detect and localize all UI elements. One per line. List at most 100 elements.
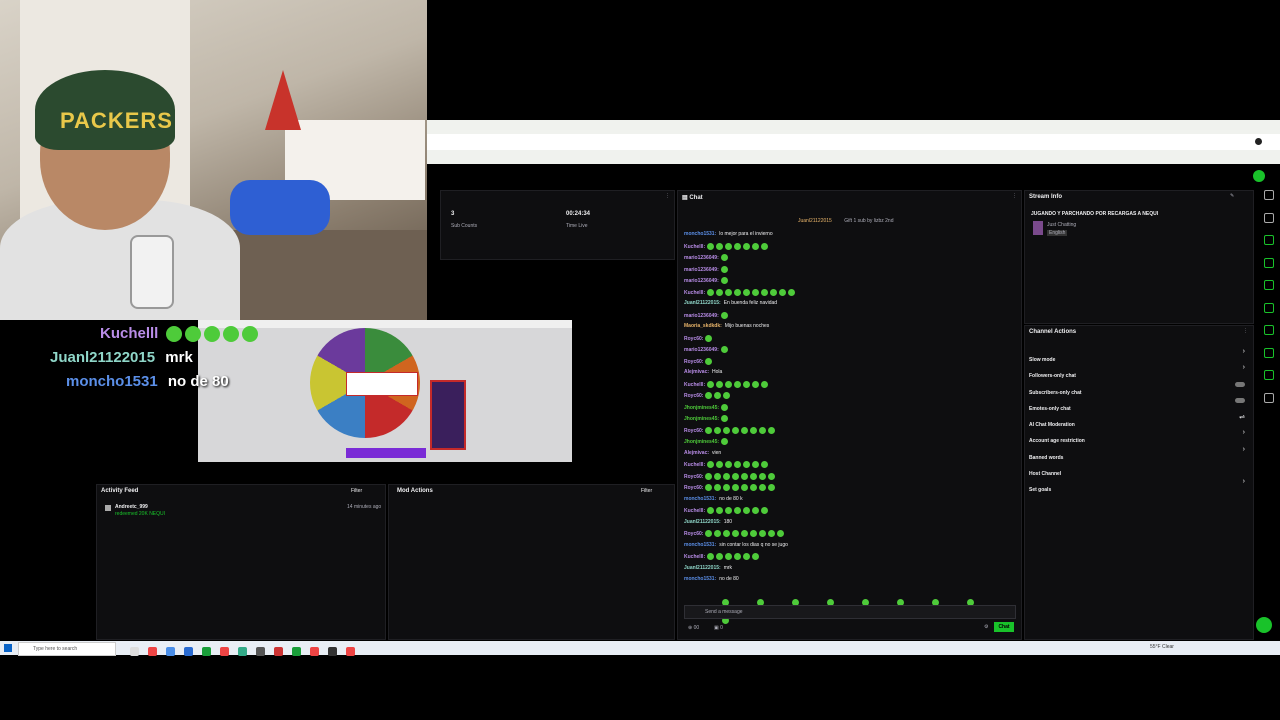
mod-filter-button[interactable]: Filter xyxy=(641,488,652,494)
sidebar-tool-icon[interactable] xyxy=(1264,347,1274,358)
channel-action-item[interactable]: AI Chat Moderation ⇌ xyxy=(1029,413,1249,429)
sidebar-tool-icon[interactable] xyxy=(1264,190,1274,200)
activity-entry-user[interactable]: Andreetc_999 xyxy=(115,504,148,510)
chat-username[interactable]: Juanl21122015: xyxy=(684,565,721,571)
chat-username[interactable]: moncho1531: xyxy=(684,231,716,237)
cap-logo: PACKERS xyxy=(60,108,173,133)
taskbar-app-icon[interactable] xyxy=(292,647,301,656)
settings-icon[interactable]: ⇌ xyxy=(1239,413,1245,421)
chat-username[interactable]: Royc60: xyxy=(684,393,703,399)
user-avatar-icon[interactable] xyxy=(1253,170,1265,182)
chat-username[interactable]: Royc60: xyxy=(684,531,703,537)
chat-username[interactable]: Kuchelll: xyxy=(684,381,705,387)
chat-username[interactable]: Alejmivac: xyxy=(684,450,709,456)
emote-icon xyxy=(788,288,796,296)
channel-action-item[interactable]: Banned words › xyxy=(1029,446,1249,462)
chevron-right-icon[interactable]: › xyxy=(1243,348,1245,355)
chat-username[interactable]: Maoria_skdkdk: xyxy=(684,323,722,329)
sidebar-tool-icon[interactable] xyxy=(1264,280,1274,290)
chat-username[interactable]: Juanl21122015: xyxy=(684,519,721,525)
toggle-switch[interactable] xyxy=(1235,381,1245,387)
chat-username[interactable]: mario1236049: xyxy=(684,347,719,353)
channel-action-item[interactable]: Slow mode › xyxy=(1029,348,1249,364)
taskbar-app-icon[interactable] xyxy=(184,647,193,656)
taskbar-app-icon[interactable] xyxy=(130,647,139,656)
chat-username[interactable]: Juanl21122015: xyxy=(684,300,721,306)
activity-filter-button[interactable]: Filter xyxy=(351,488,362,494)
chat-username[interactable]: mario1236049: xyxy=(684,312,719,318)
chevron-right-icon[interactable]: › xyxy=(1243,446,1245,453)
chevron-right-icon[interactable]: › xyxy=(1243,429,1245,436)
chat-username[interactable]: Kuchelll: xyxy=(684,508,705,514)
settings-icon[interactable]: ⚙ xyxy=(984,624,988,630)
chat-text: no de 80 k xyxy=(719,495,743,502)
chat-input[interactable]: Send a message xyxy=(684,605,1016,619)
chat-username[interactable]: Jhonjmines45: xyxy=(684,404,719,410)
chat-username[interactable]: Jhonjmines45: xyxy=(684,439,719,445)
channel-action-item[interactable]: Followers-only chat › xyxy=(1029,364,1249,380)
windows-start-icon[interactable] xyxy=(4,644,12,652)
chevron-right-icon[interactable]: › xyxy=(1243,478,1245,485)
chat-username[interactable]: mario1236049: xyxy=(684,266,719,272)
chevron-right-icon[interactable]: › xyxy=(1243,364,1245,371)
chat-username[interactable]: Royc60: xyxy=(684,358,703,364)
chat-username[interactable]: Alejmivac: xyxy=(684,369,709,375)
taskbar-app-icon[interactable] xyxy=(148,647,157,656)
sidebar-tool-icon[interactable] xyxy=(1264,302,1274,313)
chat-username[interactable]: Kuchelll: xyxy=(684,243,705,249)
channel-action-item[interactable]: Emotes-only chat xyxy=(1029,397,1249,413)
overlay-message: mrk xyxy=(165,349,193,366)
points-counter[interactable]: ⊕ 00 xyxy=(688,625,699,631)
chat-username[interactable]: Kuchelll: xyxy=(684,289,705,295)
taskbar-app-icon[interactable] xyxy=(166,647,175,656)
taskbar-app-icon[interactable] xyxy=(328,647,337,656)
channel-action-item[interactable]: Set goals › xyxy=(1029,478,1249,494)
profile-icon[interactable] xyxy=(1255,138,1262,145)
chat-send-button[interactable]: Chat xyxy=(994,622,1014,632)
taskbar-app-icon[interactable] xyxy=(202,647,211,656)
chat-username[interactable]: mario1236049: xyxy=(684,255,719,261)
chat-title: ▤ Chat xyxy=(682,195,703,201)
weather-widget[interactable]: 55°F Clear xyxy=(1150,644,1174,650)
chat-message: mario1236049: xyxy=(684,265,1014,278)
taskbar-app-icon[interactable] xyxy=(274,647,283,656)
taskbar-app-icon[interactable] xyxy=(346,647,355,656)
channel-actions-menu-icon[interactable]: ⋮ xyxy=(1243,328,1248,334)
chat-username[interactable]: moncho1531: xyxy=(684,576,716,582)
channel-action-item[interactable]: Account age restriction › xyxy=(1029,429,1249,445)
taskbar-app-icon[interactable] xyxy=(256,647,265,656)
taskbar-app-icon[interactable] xyxy=(238,647,247,656)
chat-menu-icon[interactable]: ⋮ xyxy=(1012,193,1017,199)
chat-username[interactable]: Royc60: xyxy=(684,335,703,341)
chat-username[interactable]: moncho1531: xyxy=(684,542,716,548)
chat-message: Alejmivac: vien xyxy=(684,450,1014,462)
taskbar-search[interactable]: Type here to search xyxy=(18,642,116,656)
channel-action-item[interactable]: Host Channel xyxy=(1029,462,1249,478)
chat-username[interactable]: Kuchelll: xyxy=(684,462,705,468)
sidebar-tool-icon[interactable] xyxy=(1264,392,1274,403)
chat-username[interactable]: Royc60: xyxy=(684,427,703,433)
emote-bar[interactable] xyxy=(722,593,1012,624)
sidebar-tool-icon[interactable] xyxy=(1264,212,1274,223)
chat-username[interactable]: mario1236049: xyxy=(684,278,719,284)
taskbar-app-icon[interactable] xyxy=(310,647,319,656)
toggle-switch[interactable] xyxy=(1235,397,1245,403)
kebab-menu-icon[interactable]: ⋮ xyxy=(665,193,670,199)
sidebar-tool-icon[interactable] xyxy=(1264,370,1274,380)
chat-username[interactable]: Jhonjmines45: xyxy=(684,416,719,422)
chat-username[interactable]: Royc60: xyxy=(684,485,703,491)
chat-message: Royc60: xyxy=(684,392,1014,404)
language-tag[interactable]: English xyxy=(1047,230,1068,236)
chat-username[interactable]: Kuchelll: xyxy=(684,554,705,560)
help-icon[interactable] xyxy=(1256,617,1272,633)
emote-icon xyxy=(725,380,733,388)
taskbar-app-icon[interactable] xyxy=(220,647,229,656)
chat-username[interactable]: Royc60: xyxy=(684,473,703,479)
sidebar-tool-icon[interactable] xyxy=(1264,257,1274,268)
sidebar-tool-icon[interactable] xyxy=(1264,325,1274,335)
browser-addressbar[interactable] xyxy=(427,134,1280,150)
sidebar-tool-icon[interactable] xyxy=(1264,235,1274,245)
edit-icon[interactable]: ✎ xyxy=(1230,193,1234,199)
chat-username[interactable]: moncho1531: xyxy=(684,496,716,502)
channel-action-item[interactable]: Subscribers-only chat xyxy=(1029,381,1249,397)
